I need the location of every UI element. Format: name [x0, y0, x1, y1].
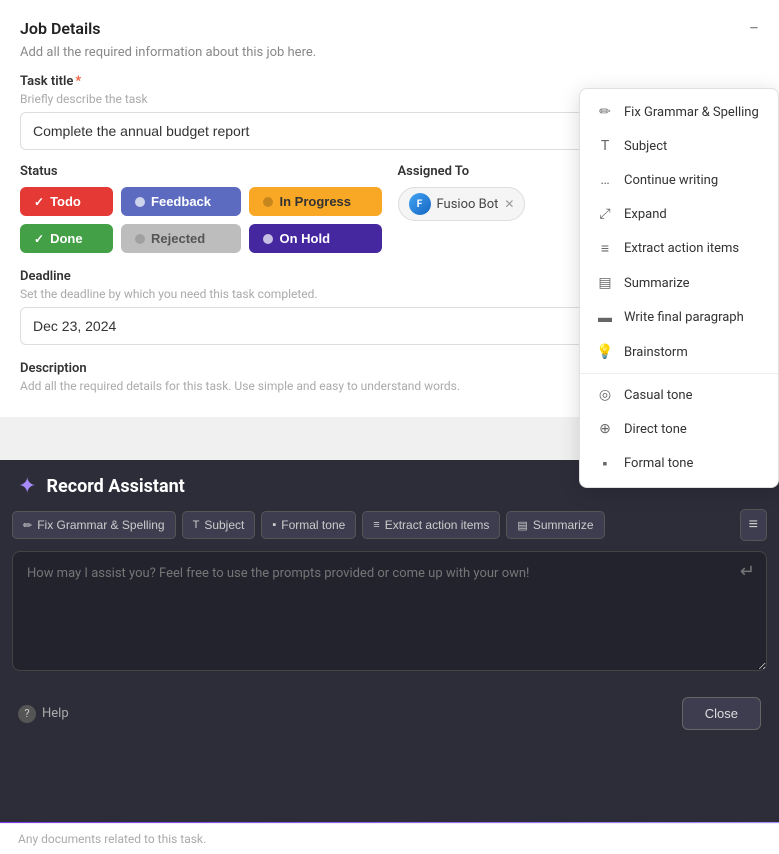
toolbar-extract-icon: ≡ — [373, 519, 379, 531]
done-check-icon: ✓ — [34, 232, 44, 246]
assistant-toolbar: ✏ Fix Grammar & Spelling T Subject ▪ For… — [0, 509, 779, 551]
toolbar-subject-icon: T — [193, 519, 200, 531]
dropdown-item-extract-action-items[interactable]: ≡ Extract action items — [580, 231, 778, 266]
panel-header: Job Details − — [20, 18, 759, 39]
extract-action-items-icon: ≡ — [596, 240, 614, 257]
task-title-label: Task title* — [20, 74, 759, 89]
toolbar-btn-extract-action-items[interactable]: ≡ Extract action items — [362, 511, 500, 539]
help-button[interactable]: ? Help — [18, 705, 69, 723]
assistant-footer: ? Help Close — [0, 687, 779, 744]
dropdown-item-summarize[interactable]: ▤ Summarize — [580, 266, 778, 300]
write-final-paragraph-icon: ▬ — [596, 309, 614, 326]
feedback-dot-icon — [135, 197, 145, 207]
dropdown-item-continue-writing[interactable]: … Continue writing — [580, 163, 778, 197]
assistant-star-icon: ✦ — [18, 474, 36, 499]
status-btn-inprogress[interactable]: In Progress — [249, 187, 381, 216]
toolbar-formal-tone-icon: ▪ — [272, 519, 276, 531]
toolbar-more-btn[interactable]: ≡ — [740, 509, 767, 541]
formal-tone-icon: ▪ — [596, 455, 614, 472]
status-btn-todo[interactable]: ✓ Todo — [20, 187, 113, 216]
dropdown-item-expand[interactable]: ⤢ Expand — [580, 197, 778, 231]
assistant-title: Record Assistant — [46, 476, 184, 497]
toolbar-btn-subject[interactable]: T Subject — [182, 511, 256, 539]
status-label: Status — [20, 164, 382, 179]
continue-writing-icon: … — [596, 172, 614, 188]
toolbar-btn-fix-grammar[interactable]: ✏ Fix Grammar & Spelling — [12, 511, 176, 539]
panel-subtitle: Add all the required information about t… — [20, 45, 759, 60]
casual-tone-icon: ◎ — [596, 387, 614, 403]
brainstorm-icon: 💡 — [596, 344, 614, 360]
close-button[interactable]: Close — [682, 697, 761, 730]
record-assistant-panel: ✦ Record Assistant ✏ Fix Grammar & Spell… — [0, 460, 779, 824]
dropdown-item-write-final-paragraph[interactable]: ▬ Write final paragraph — [580, 300, 778, 335]
assigned-chip-fusioo: F Fusioo Bot ✕ — [398, 187, 526, 221]
status-section: Status ✓ Todo Feedback In Progress ✓ Don… — [20, 164, 382, 253]
status-btn-feedback[interactable]: Feedback — [121, 187, 241, 216]
status-btn-done[interactable]: ✓ Done — [20, 224, 113, 253]
dropdown-divider — [580, 373, 778, 374]
help-circle-icon: ? — [18, 705, 36, 723]
chip-close-btn[interactable]: ✕ — [504, 197, 514, 211]
ai-dropdown-menu: ✏ Fix Grammar & Spelling T Subject … Con… — [579, 88, 779, 488]
collapse-icon[interactable]: − — [749, 18, 759, 39]
toolbar-btn-summarize[interactable]: ▤ Summarize — [506, 511, 604, 539]
assistant-textarea-wrap: ↵ — [12, 551, 767, 675]
dropdown-item-casual-tone[interactable]: ◎ Casual tone — [580, 378, 778, 412]
direct-tone-icon: ⊕ — [596, 421, 614, 437]
rejected-dot-icon — [135, 234, 145, 244]
subject-icon: T — [596, 138, 614, 154]
dropdown-item-formal-tone[interactable]: ▪ Formal tone — [580, 446, 778, 481]
status-btn-rejected[interactable]: Rejected — [121, 224, 241, 253]
toolbar-summarize-icon: ▤ — [517, 519, 527, 532]
expand-icon: ⤢ — [596, 206, 614, 222]
todo-check-icon: ✓ — [34, 195, 44, 209]
toolbar-fix-grammar-icon: ✏ — [23, 519, 32, 532]
bottom-bar: Any documents related to this task. — [0, 823, 779, 854]
fusioo-bot-avatar: F — [409, 193, 431, 215]
send-icon[interactable]: ↵ — [740, 561, 755, 582]
inprogress-dot-icon — [263, 197, 273, 207]
dropdown-item-brainstorm[interactable]: 💡 Brainstorm — [580, 335, 778, 369]
status-grid: ✓ Todo Feedback In Progress ✓ Done — [20, 187, 382, 253]
onhold-dot-icon — [263, 234, 273, 244]
dropdown-item-subject[interactable]: T Subject — [580, 129, 778, 163]
dropdown-item-fix-grammar[interactable]: ✏ Fix Grammar & Spelling — [580, 95, 778, 129]
main-panel: Job Details − Add all the required infor… — [0, 0, 779, 417]
status-btn-onhold[interactable]: On Hold — [249, 224, 381, 253]
summarize-icon: ▤ — [596, 275, 614, 291]
dropdown-item-direct-tone[interactable]: ⊕ Direct tone — [580, 412, 778, 446]
panel-title: Job Details — [20, 19, 100, 38]
fix-grammar-icon: ✏ — [596, 104, 614, 120]
toolbar-btn-formal-tone[interactable]: ▪ Formal tone — [261, 511, 356, 539]
assistant-textarea[interactable] — [12, 551, 767, 671]
